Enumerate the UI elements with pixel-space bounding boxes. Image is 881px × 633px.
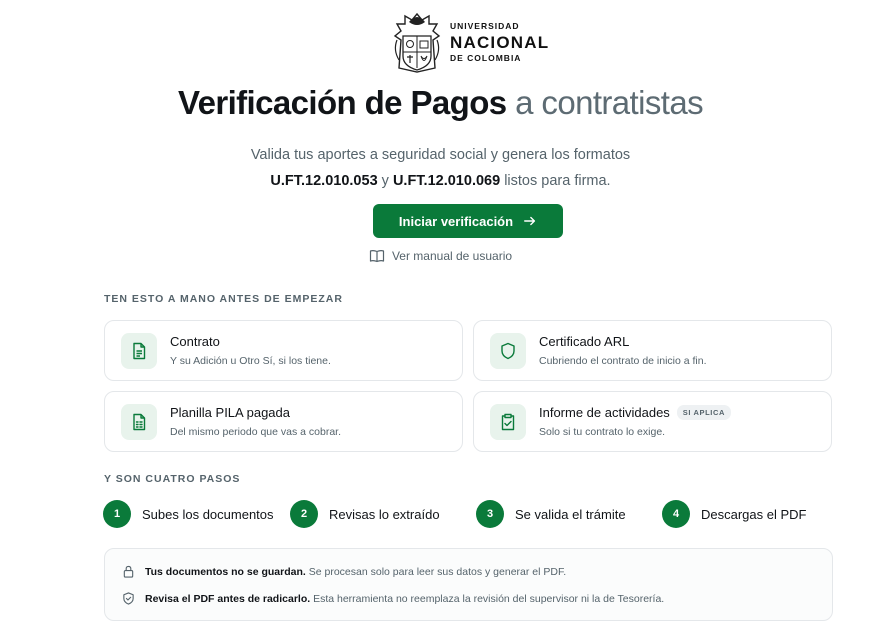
format-code-2: U.FT.12.010.069 [392, 173, 501, 189]
shield-check-icon [123, 592, 134, 605]
notice-strong: Revisa el PDF antes de radicarlo. [145, 592, 311, 605]
notice-text: Revisa el PDF antes de radicarlo. Esta h… [145, 593, 664, 605]
shield-icon [501, 342, 515, 359]
arrow-right-icon [524, 216, 536, 226]
steps-list: 1 Subes los documentos 2 Revisas lo extr… [103, 500, 833, 528]
requirement-card-pila: Planilla PILA pagada Del mismo periodo q… [104, 391, 463, 452]
spreadsheet-icon [133, 413, 146, 430]
clipboard-check-icon [501, 413, 515, 430]
clipboard-icon-wrapper [490, 403, 526, 440]
subtitle-connector: y [377, 173, 393, 189]
step-item: 3 Se valida el trámite [476, 500, 626, 528]
document-icon [133, 342, 146, 359]
notice-row: Tus documentos no se guardan. Se procesa… [122, 565, 566, 578]
document-icon-wrapper [121, 332, 157, 369]
requirement-card-report: Informe de actividades SI APLICA Solo si … [473, 391, 832, 452]
start-verification-label: Iniciar verificación [398, 213, 514, 229]
university-seal-icon [393, 12, 441, 73]
step-item: 2 Revisas lo extraído [290, 500, 440, 528]
notice-body: Se procesan solo para leer sus datos y g… [305, 565, 567, 578]
requirement-card-arl: Certificado ARL Cubriendo el contrato de… [473, 320, 832, 381]
requirement-title: Contrato [170, 334, 220, 349]
requirement-title: Planilla PILA pagada [170, 405, 290, 420]
step-number: 2 [290, 500, 318, 528]
notice-text: Tus documentos no se guardan. Se procesa… [145, 566, 566, 578]
step-label: Subes los documentos [142, 506, 274, 522]
step-item: 1 Subes los documentos [103, 500, 274, 528]
notice-strong: Tus documentos no se guardan. [145, 565, 306, 578]
user-manual-label: Ver manual de usuario [391, 249, 513, 263]
step-number: 3 [476, 500, 504, 528]
steps-heading: Y SON CUATRO PASOS [104, 473, 241, 485]
optional-badge: SI APLICA [676, 405, 732, 420]
university-name: UNIVERSIDAD NACIONAL DE COLOMBIA [450, 22, 549, 62]
notice-row: Revisa el PDF antes de radicarlo. Esta h… [122, 592, 664, 605]
step-item: 4 Descargas el PDF [662, 500, 806, 528]
step-number: 1 [103, 500, 131, 528]
step-label: Descargas el PDF [701, 506, 807, 522]
requirement-desc: Y su Adición u Otro Sí, si los tiene. [170, 355, 331, 367]
requirements-heading: TEN ESTO A MANO ANTES DE EMPEZAR [104, 293, 343, 305]
page-title: Verificación de Pagos a contratistas [0, 84, 881, 122]
subtitle-line-2: U.FT.12.010.053 y U.FT.12.010.069 listos… [0, 168, 881, 194]
logo-line-2: NACIONAL [450, 32, 550, 52]
spreadsheet-icon-wrapper [121, 403, 157, 440]
title-light: a contratistas [506, 84, 703, 121]
lock-icon [123, 565, 134, 578]
start-verification-button[interactable]: Iniciar verificación [373, 204, 563, 238]
privacy-notice-box: Tus documentos no se guardan. Se procesa… [104, 548, 833, 621]
requirement-title: Certificado ARL [539, 334, 630, 349]
requirement-title-text: Informe de actividades [539, 405, 670, 420]
university-logo: UNIVERSIDAD NACIONAL DE COLOMBIA [391, 9, 551, 75]
requirement-desc: Solo si tu contrato lo exige. [539, 426, 666, 438]
subtitle-end: listos para firma. [500, 173, 611, 189]
user-manual-link[interactable]: Ver manual de usuario [0, 248, 881, 264]
title-strong: Verificación de Pagos [178, 84, 507, 121]
shield-icon-wrapper [490, 332, 526, 369]
page-subtitle: Valida tus aportes a seguridad social y … [0, 142, 881, 194]
requirement-desc: Del mismo periodo que vas a cobrar. [170, 426, 341, 438]
book-icon [369, 250, 385, 263]
requirement-card-contract: Contrato Y su Adición u Otro Sí, si los … [104, 320, 463, 381]
logo-line-1: UNIVERSIDAD [450, 21, 520, 31]
step-number: 4 [662, 500, 690, 528]
notice-body: Esta herramienta no reemplaza la revisió… [310, 592, 665, 605]
requirement-desc: Cubriendo el contrato de inicio a fin. [539, 355, 707, 367]
step-label: Se valida el trámite [515, 506, 626, 522]
requirement-title: Informe de actividades SI APLICA [539, 405, 732, 420]
logo-line-3: DE COLOMBIA [450, 52, 522, 63]
step-label: Revisas lo extraído [329, 506, 440, 522]
subtitle-line-1: Valida tus aportes a seguridad social y … [250, 147, 631, 163]
format-code-1: U.FT.12.010.053 [270, 173, 378, 189]
